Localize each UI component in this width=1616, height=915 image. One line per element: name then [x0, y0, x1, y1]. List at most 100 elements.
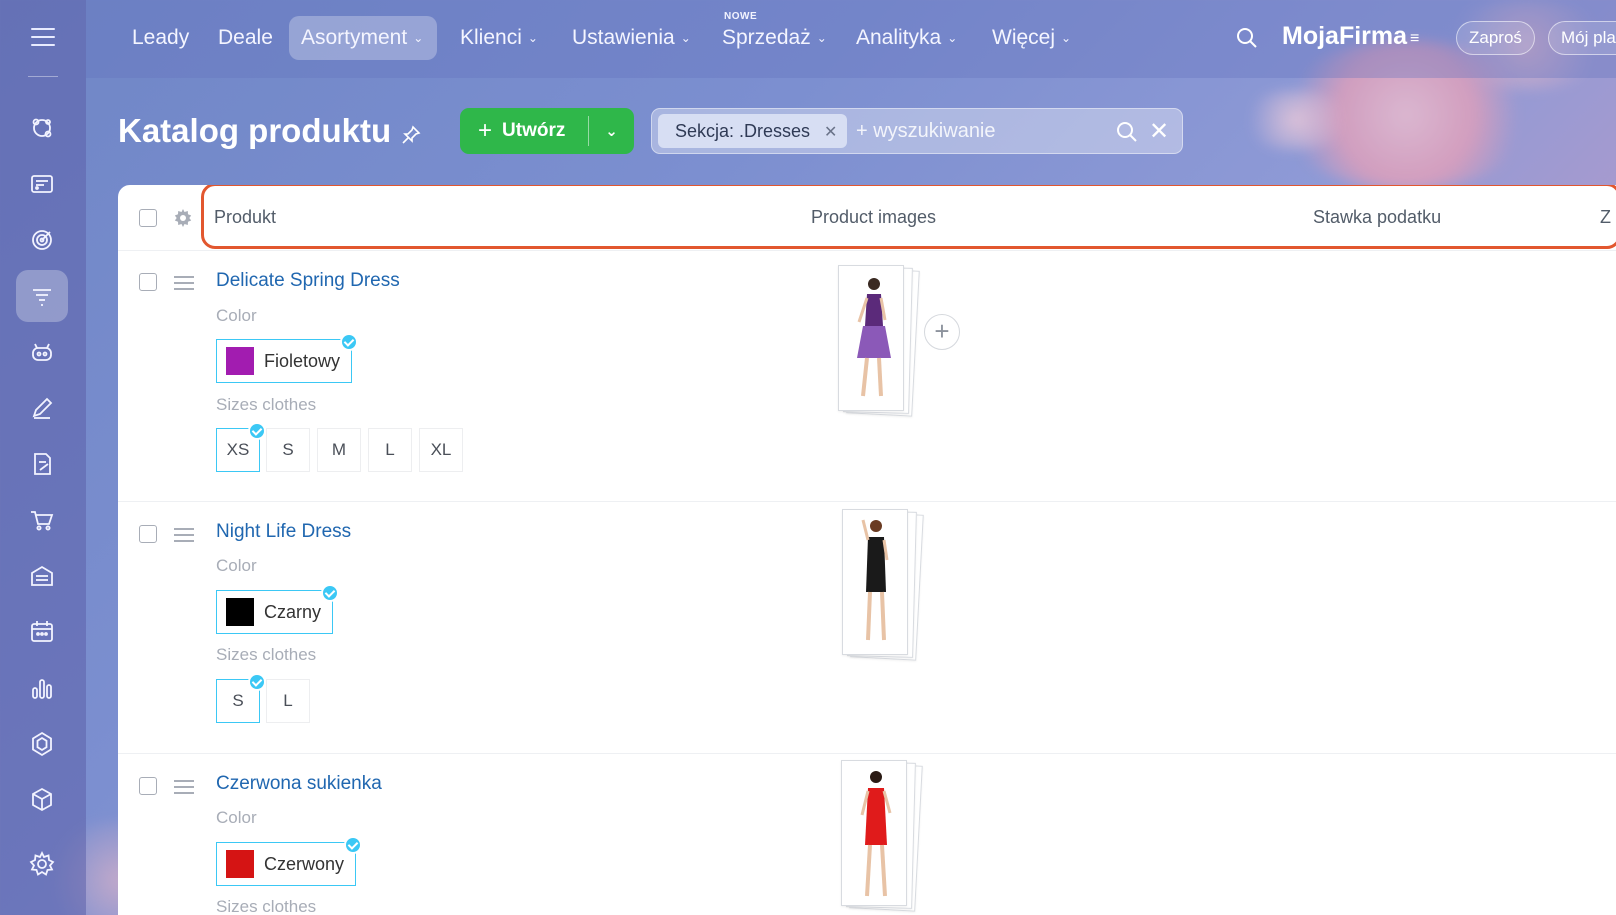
check-icon [344, 836, 363, 854]
size-option[interactable]: XS [216, 422, 266, 472]
drag-handle-icon[interactable] [174, 528, 194, 546]
size-option[interactable]: L [266, 679, 310, 723]
drag-handle-icon[interactable] [174, 780, 194, 798]
chevron-down-icon: ⌄ [680, 31, 691, 45]
filter-tag[interactable]: Sekcja: .Dresses ✕ [658, 114, 848, 148]
page-title: Katalog produktu [118, 112, 392, 149]
filter-funnel-icon[interactable] [16, 270, 68, 322]
contact-center-icon[interactable] [16, 158, 68, 210]
crm-icon[interactable] [16, 102, 68, 154]
color-chip[interactable]: Czerwony [216, 836, 363, 886]
product-image-stack[interactable] [842, 509, 924, 661]
chevron-down-icon: ⌄ [947, 31, 958, 45]
color-chip[interactable]: Fioletowy [216, 333, 359, 383]
table-row[interactable]: Czerwona sukienka Color Czerwony Sizes c… [118, 754, 1616, 915]
left-sidebar [0, 0, 86, 915]
row-checkbox[interactable] [139, 525, 157, 543]
check-icon [248, 673, 266, 691]
row-checkbox[interactable] [139, 777, 157, 795]
nav-item-deale[interactable]: Deale [206, 16, 285, 60]
chevron-down-icon: ⌄ [413, 31, 424, 45]
sizes-label: Sizes clothes [216, 645, 317, 664]
select-all-checkbox[interactable] [139, 209, 157, 227]
nav-item-wiecej[interactable]: Więcej ⌄ [980, 16, 1083, 60]
product-image-stack[interactable] [841, 760, 923, 912]
gear-icon[interactable] [173, 208, 193, 228]
sizes-label: Sizes clothes [216, 395, 317, 414]
product-photo [861, 519, 889, 641]
settings-icon[interactable] [16, 838, 68, 890]
check-icon [321, 584, 340, 602]
chevron-down-icon[interactable]: ⌄ [589, 122, 634, 140]
product-image-stack[interactable] [838, 265, 920, 417]
pin-icon[interactable] [400, 124, 422, 146]
product-photo [857, 278, 891, 397]
product-name-link[interactable]: Czerwona sukienka [216, 773, 382, 795]
check-icon [248, 422, 266, 440]
nav-item-analityka[interactable]: Analityka ⌄ [844, 16, 969, 60]
target-icon[interactable] [16, 214, 68, 266]
drag-handle-icon[interactable] [174, 276, 194, 294]
color-swatch [226, 347, 254, 375]
company-brand[interactable]: MojaFirma [1282, 22, 1407, 51]
sizes-label: Sizes clothes [216, 897, 317, 915]
color-label: Color [216, 556, 257, 575]
calendar-icon[interactable] [16, 606, 68, 658]
check-icon [340, 333, 359, 351]
color-name: Czarny [264, 601, 322, 622]
chevron-down-icon: ⌄ [1061, 31, 1072, 45]
clear-icon[interactable]: ✕ [1149, 117, 1169, 146]
color-label: Color [216, 808, 257, 827]
size-option[interactable]: M [317, 428, 361, 472]
close-icon[interactable]: ✕ [824, 124, 837, 141]
hexagon-icon[interactable] [16, 718, 68, 770]
product-photo [860, 771, 892, 897]
size-option[interactable]: L [368, 428, 412, 472]
product-name-link[interactable]: Night Life Dress [216, 521, 351, 543]
product-name-link[interactable]: Delicate Spring Dress [216, 270, 400, 292]
grid-header: Produkt Product images Stawka podatku Z [118, 185, 1616, 251]
search-icon[interactable] [1235, 26, 1259, 50]
color-chip[interactable]: Czarny [216, 584, 340, 634]
document-sign-icon[interactable] [16, 438, 68, 490]
plus-icon: + [478, 117, 493, 144]
row-checkbox[interactable] [139, 273, 157, 291]
chevron-down-icon: ⌄ [527, 31, 538, 45]
nav-item-sprzedaz[interactable]: Sprzedaż ⌄ [710, 16, 839, 60]
chevron-down-icon: ⌄ [816, 31, 827, 45]
table-row[interactable]: Delicate Spring Dress Color Fioletowy Si… [118, 251, 1616, 502]
cart-icon[interactable] [16, 494, 68, 546]
robot-icon[interactable] [16, 326, 68, 378]
search-icon[interactable] [1115, 120, 1139, 144]
nav-item-asortyment[interactable]: Asortyment ⌄ [289, 16, 438, 60]
sidebar-divider [28, 76, 58, 77]
nav-item-klienci[interactable]: Klienci ⌄ [448, 16, 550, 60]
create-main-button[interactable]: + Utwórz [460, 108, 588, 154]
size-option[interactable]: S [216, 673, 266, 723]
create-label: Utwórz [502, 120, 566, 141]
package-icon[interactable] [16, 774, 68, 826]
filter-search-box[interactable]: Sekcja: .Dresses ✕ + wyszukiwanie ✕ [651, 108, 1183, 154]
product-grid: Produkt Product images Stawka podatku Z … [118, 185, 1616, 915]
size-option[interactable]: S [266, 428, 310, 472]
menu-burger-icon[interactable] [31, 28, 55, 46]
nav-item-leady[interactable]: Leady [120, 16, 201, 60]
color-swatch [226, 850, 254, 878]
color-name: Czerwony [264, 853, 345, 874]
size-option[interactable]: XL [419, 428, 463, 472]
nav-item-ustawienia[interactable]: Ustawienia ⌄ [560, 16, 703, 60]
search-input[interactable]: + wyszukiwanie [856, 120, 996, 143]
color-name: Fioletowy [264, 350, 341, 371]
color-label: Color [216, 306, 257, 325]
invite-button[interactable]: Zaproś [1456, 21, 1535, 55]
highlight-frame [201, 185, 1616, 249]
filter-tag-label: Sekcja: .Dresses [675, 121, 811, 141]
analytics-bars-icon[interactable] [16, 662, 68, 714]
my-plan-button[interactable]: Mój pla [1548, 21, 1616, 55]
sliders-icon[interactable]: ≡ [1410, 30, 1419, 48]
table-row[interactable]: Night Life Dress Color Czarny Sizes clot… [118, 502, 1616, 754]
warehouse-icon[interactable] [16, 550, 68, 602]
create-button[interactable]: + Utwórz ⌄ [460, 108, 634, 154]
edit-icon[interactable] [16, 382, 68, 434]
add-image-button[interactable]: + [924, 314, 960, 350]
